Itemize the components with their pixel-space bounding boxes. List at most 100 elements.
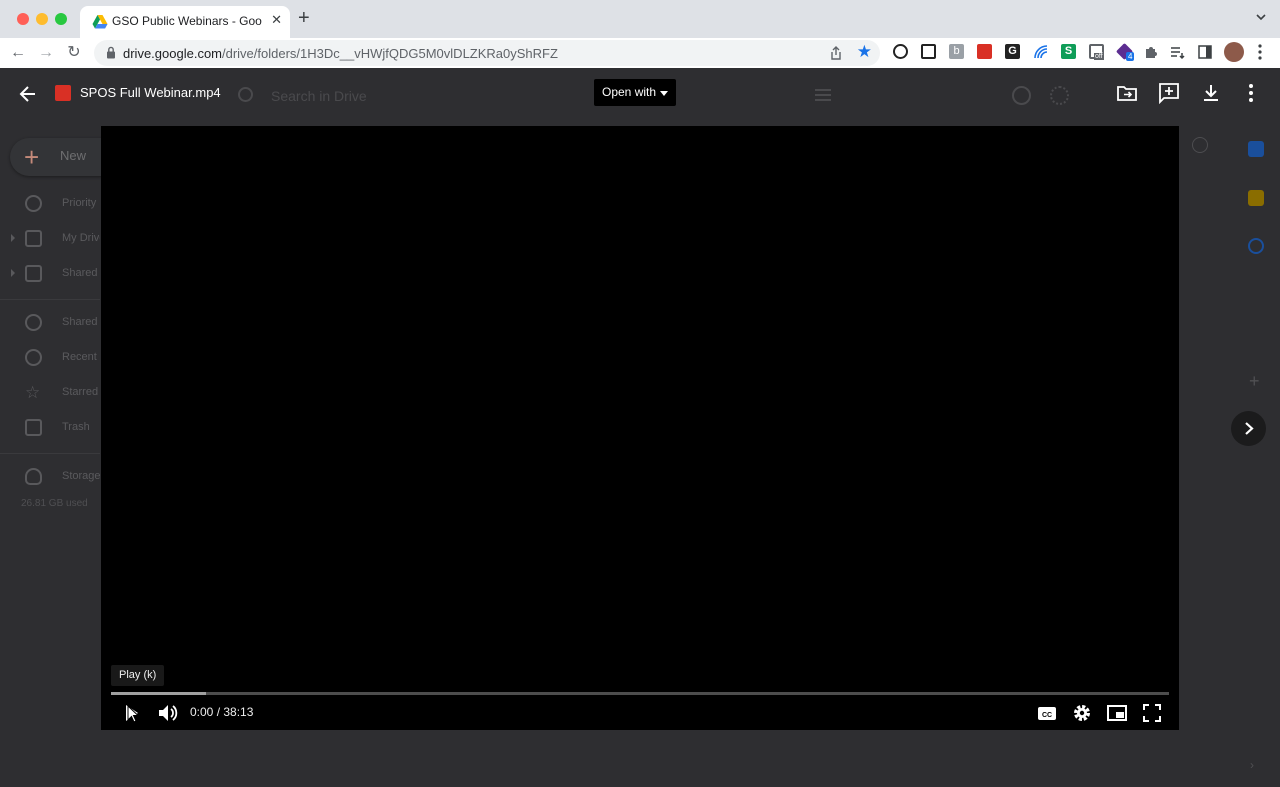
close-window-button[interactable] (17, 13, 29, 25)
video-player[interactable]: Play (k) 0:00 / 38:13 CC (101, 126, 1179, 730)
sidebar-item-label: Trash (62, 421, 90, 433)
share-icon[interactable] (828, 45, 844, 61)
search-options-icon (815, 89, 831, 101)
sidebar-item-starred[interactable]: ☆ Starred (0, 378, 100, 408)
zoom-window-button[interactable] (55, 13, 67, 25)
sidebar-item-trash[interactable]: Trash (0, 413, 100, 443)
expand-arrow-icon[interactable] (11, 234, 15, 242)
tasks-app-icon[interactable] (1248, 238, 1264, 254)
play-tooltip: Play (k) (111, 665, 165, 686)
add-comment-icon[interactable] (1158, 82, 1180, 104)
sidebar-divider (0, 299, 100, 300)
browser-tab[interactable]: GSO Public Webinars - Google ✕ (80, 6, 290, 38)
bookmark-star-icon[interactable]: ★ (857, 43, 872, 61)
sidebar-item-my-drive[interactable]: My Drive (0, 224, 100, 254)
badge-extension-icon[interactable]: 4 (1116, 43, 1135, 61)
file-name: SPOS Full Webinar.mp4 (80, 85, 221, 100)
sidebar-item-label: Recent (62, 351, 97, 363)
fullscreen-icon[interactable] (1141, 702, 1163, 724)
volume-icon[interactable] (156, 702, 178, 724)
b-extension-icon[interactable]: b (948, 43, 966, 61)
browser-menu-icon[interactable] (1258, 44, 1262, 60)
tab-search-chevron-icon[interactable] (1256, 12, 1266, 22)
video-file-icon (55, 85, 71, 101)
priority-icon (25, 195, 42, 212)
back-arrow-icon[interactable]: ← (8, 43, 28, 63)
new-label: New (60, 148, 87, 163)
drive-sidebar: + New Priority My Drive Shared drives Sh… (0, 68, 120, 787)
sidebar-item-label: Starred (62, 386, 99, 398)
new-tab-button[interactable]: + (298, 8, 310, 28)
open-with-label: Open with (602, 85, 657, 99)
reload-icon[interactable]: ↻ (64, 43, 84, 63)
keep-app-icon[interactable] (1248, 190, 1264, 206)
puzzle-icon[interactable] (1142, 43, 1160, 61)
address-bar[interactable]: drive.google.com/drive/folders/1H3Dc__vH… (94, 40, 880, 66)
sidebar-item-label: Storage (62, 470, 100, 482)
tooltip-text: Play (k) (119, 669, 157, 681)
profile-avatar[interactable] (1224, 42, 1244, 62)
dropdown-caret-icon (660, 91, 668, 96)
viewer-header: SPOS Full Webinar.mp4 Search in Drive Op… (0, 68, 1280, 120)
buffered-progress (111, 692, 207, 695)
forward-arrow-icon[interactable]: → (36, 43, 56, 63)
expand-arrow-icon[interactable] (11, 269, 15, 277)
storage-used-text: 26.81 GB used (21, 498, 88, 509)
extension-1-icon[interactable] (892, 43, 910, 61)
calendar-app-icon[interactable] (1248, 141, 1264, 157)
trash-icon (25, 419, 42, 436)
sidebar-item-label: Priority (62, 197, 97, 209)
g-extension-icon[interactable]: G (1004, 43, 1022, 61)
sidebar-item-label: Shared with me (62, 316, 100, 328)
clock-icon (25, 349, 42, 366)
sidebar-item-label: Shared drives (62, 267, 100, 279)
sidebar-item-storage[interactable]: Storage (0, 462, 100, 492)
plus-icon: + (24, 142, 40, 172)
settings-gear-icon[interactable] (1071, 702, 1093, 724)
search-placeholder: Search in Drive (271, 88, 367, 104)
miniplayer-icon[interactable] (1106, 702, 1128, 724)
url-text: drive.google.com/drive/folders/1H3Dc__vH… (123, 46, 558, 61)
open-with-button[interactable]: Open with (594, 79, 676, 106)
tab-close-icon[interactable]: ✕ (271, 12, 282, 28)
progress-bar[interactable] (111, 692, 1169, 695)
minimize-window-button[interactable] (36, 13, 48, 25)
help-icon (1012, 86, 1031, 105)
time-display: 0:00 / 38:13 (190, 705, 254, 719)
lock-icon (107, 46, 115, 59)
browser-titlebar: GSO Public Webinars - Google ✕ + (0, 0, 1280, 38)
next-file-button[interactable] (1231, 411, 1266, 446)
extension-2-icon[interactable] (920, 43, 938, 61)
more-actions-icon[interactable] (1240, 82, 1262, 104)
sidebar-item-shared-drives[interactable]: Shared drives (0, 259, 100, 289)
info-icon[interactable] (1192, 137, 1208, 153)
search-icon (238, 87, 253, 102)
google-drive-icon (92, 15, 108, 29)
reading-list-icon[interactable] (1168, 43, 1186, 61)
side-panel-icon[interactable] (1196, 43, 1214, 61)
player-controls: 0:00 / 38:13 CC (101, 698, 1179, 730)
calendar-extension-icon[interactable] (976, 43, 994, 61)
chevron-right-icon (1245, 422, 1254, 435)
sidebar-item-recent[interactable]: Recent (0, 343, 100, 373)
star-icon: ☆ (25, 383, 41, 402)
add-app-icon[interactable]: + (1249, 371, 1260, 392)
sidebar-item-shared-with-me[interactable]: Shared with me (0, 308, 100, 338)
move-to-folder-icon[interactable] (1116, 82, 1138, 104)
my-drive-icon (25, 230, 42, 247)
people-icon (25, 314, 42, 331)
browser-toolbar: ← → ↻ drive.google.com/drive/folders/1H3… (0, 38, 1280, 68)
wifi-extension-icon[interactable] (1032, 43, 1050, 61)
off-extension-icon[interactable]: off (1088, 43, 1106, 61)
sidebar-item-priority[interactable]: Priority (0, 189, 100, 219)
captions-icon[interactable]: CC (1036, 702, 1058, 724)
download-icon[interactable] (1200, 82, 1222, 104)
mouse-cursor-icon (127, 705, 139, 723)
sidebar-item-label: My Drive (62, 232, 100, 244)
collapse-panel-chevron-icon[interactable]: › (1250, 758, 1254, 772)
svg-text:CC: CC (1042, 712, 1052, 719)
s-extension-icon[interactable]: S (1060, 43, 1078, 61)
sidebar-divider (0, 453, 100, 454)
back-arrow-icon[interactable] (16, 82, 40, 106)
shared-drives-icon (25, 265, 42, 282)
